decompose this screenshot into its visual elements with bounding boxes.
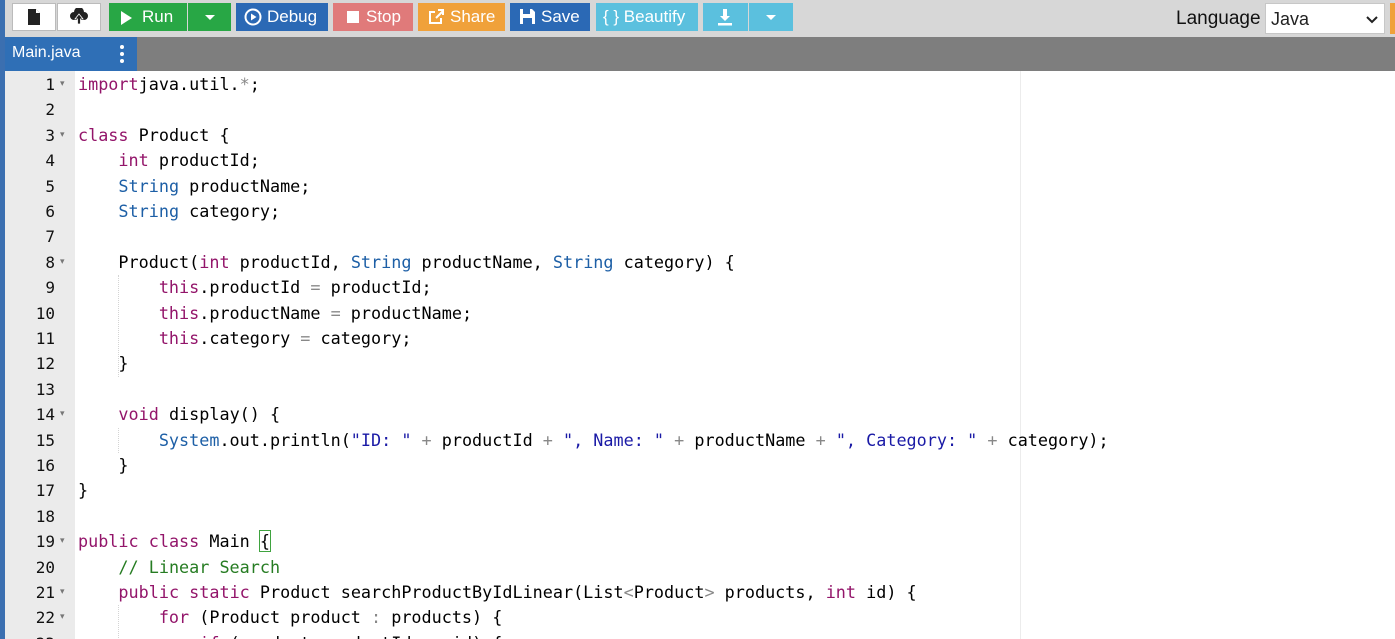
dropdown-arrow-icon (205, 15, 215, 20)
line-number: 17 (35, 481, 55, 501)
language-select[interactable]: Java (1265, 3, 1385, 34)
fold-toggle-icon[interactable]: ▾ (60, 72, 69, 97)
indent-guide (118, 427, 120, 453)
line-number: 9 (45, 278, 55, 298)
line-number: 1 (45, 75, 55, 94)
save-icon (520, 9, 535, 24)
run-options-button[interactable] (188, 3, 231, 31)
line-number: 16 (35, 456, 55, 475)
code-line: } (78, 353, 129, 374)
code-line: public static Product searchProductByIdL… (118, 582, 917, 602)
right-edge-accent (1390, 3, 1395, 34)
new-file-button[interactable] (12, 3, 56, 31)
line-number: 7 (45, 227, 55, 247)
code-line: public class Main { (78, 530, 272, 553)
line-number: 19 (35, 532, 55, 552)
beautify-label: { } Beautify (603, 7, 686, 26)
download-icon (718, 9, 732, 26)
code-line: System.out.println("ID: " + productId + … (158, 429, 1109, 450)
line-number: 22 (35, 608, 55, 628)
fold-toggle-icon[interactable]: ▾ (60, 529, 69, 554)
line-number: 3 (45, 125, 55, 145)
fold-toggle-icon[interactable]: ▾ (60, 123, 69, 148)
code-line: this.category = category; (158, 328, 412, 348)
line-number: 10 (35, 303, 55, 323)
code-line: } (78, 480, 89, 501)
line-number: 11 (35, 329, 55, 348)
code-line: String productName; (118, 175, 311, 196)
play-icon (121, 11, 132, 25)
line-number: 14 (35, 405, 55, 425)
code-line: void display() { (118, 404, 281, 425)
stop-button[interactable]: Stop (333, 3, 413, 31)
code-line: for (Product product : products) { (158, 607, 503, 628)
download-options-button[interactable] (749, 3, 793, 31)
code-line: Product(int productId, String productNam… (78, 251, 735, 272)
fold-toggle-icon[interactable]: ▾ (60, 605, 69, 630)
download-button[interactable] (703, 3, 748, 31)
tab-bar: Main.java (5, 37, 1395, 71)
debug-button[interactable]: Debug (236, 3, 328, 31)
stop-icon (347, 11, 359, 23)
line-number: 18 (35, 506, 55, 526)
language-label: Language (1176, 8, 1261, 29)
line-number: 5 (45, 176, 55, 196)
save-button[interactable]: Save (510, 3, 590, 31)
line-number: 6 (45, 202, 55, 221)
fold-toggle-icon[interactable]: ▾ (60, 402, 69, 427)
line-number: 21 (35, 583, 55, 602)
new-file-icon (28, 9, 40, 25)
tab-label: Main.java (12, 44, 81, 61)
code-line: if (product.productId == id) { (78, 631, 502, 639)
debug-label: Debug (267, 7, 318, 26)
chevron-down-icon (1366, 16, 1378, 24)
line-number: 12 (35, 354, 55, 374)
language-select-value: Java (1271, 9, 1310, 29)
code-line: int productId; (118, 150, 260, 171)
code-line: // Linear Search (118, 556, 281, 577)
code-line: class Product { (78, 124, 230, 145)
line-number: 13 (35, 379, 55, 399)
save-label: Save (541, 7, 580, 26)
line-number: 15 (35, 430, 55, 450)
code-line: } (78, 455, 129, 475)
share-button[interactable]: Share (418, 3, 505, 31)
indent-guide (118, 275, 120, 377)
line-number: 23 (5, 631, 55, 639)
code-line: importjava.util.*; (78, 74, 260, 94)
fold-toggle-icon[interactable]: ▾ (60, 250, 69, 275)
code-line: this.productName = productName; (158, 302, 473, 323)
print-margin (1020, 71, 1021, 639)
debug-icon (244, 8, 262, 26)
code-editor[interactable]: 1 ▾ 2 3 ▾ 4 5 6 7 8 ▾ 9 10 11 12 13 14 ▾ 15 16 17 18 19 ▾ 20 21 ▾ 2… (5, 71, 1395, 639)
code-line: String category; (118, 201, 281, 221)
share-label: Share (450, 7, 496, 26)
code-line: this.productId = productId; (158, 277, 432, 298)
upload-button[interactable] (57, 3, 101, 31)
line-number: 20 (35, 557, 55, 577)
line-number: 4 (45, 151, 55, 171)
line-number: 8 (45, 252, 55, 272)
indent-guide (118, 605, 120, 639)
line-number: 2 (45, 100, 55, 120)
upload-icon (70, 8, 88, 25)
chevron-down-icon (766, 15, 776, 20)
run-label: Run (142, 7, 174, 26)
fold-toggle-icon[interactable]: ▾ (60, 580, 69, 605)
kebab-menu-icon[interactable] (120, 45, 124, 63)
toolbar: Run Debug Stop Share Save { } Beautify L… (0, 0, 1395, 37)
line-number-gutter: 1 ▾ 2 3 ▾ 4 5 6 7 8 ▾ 9 10 11 12 13 14 ▾ 15 16 17 18 19 ▾ 20 21 ▾ 2… (5, 71, 75, 639)
beautify-button[interactable]: { } Beautify (596, 3, 698, 31)
run-button[interactable]: Run (109, 3, 187, 31)
stop-label: Stop (366, 7, 401, 26)
share-icon (429, 9, 444, 24)
tab-main-java[interactable]: Main.java (5, 37, 137, 71)
